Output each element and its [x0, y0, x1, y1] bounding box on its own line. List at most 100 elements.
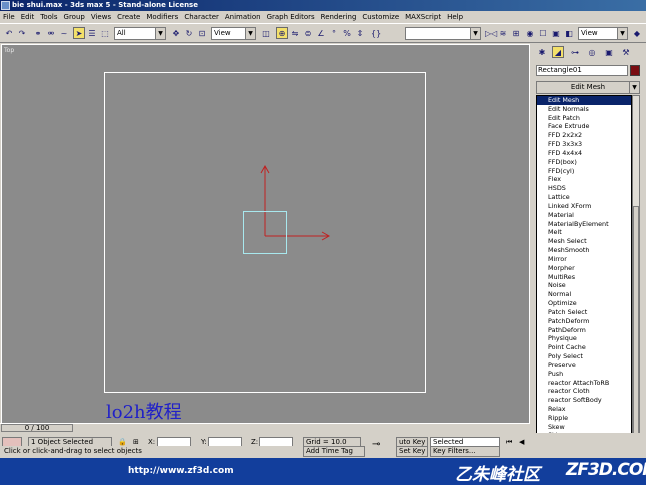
modifier-list-item[interactable]: Face Extrude: [537, 122, 631, 131]
motion-tab-icon[interactable]: ◎: [586, 46, 598, 58]
select-move-icon[interactable]: ✥: [170, 27, 182, 39]
menu-customize[interactable]: Customize: [362, 13, 399, 21]
modifier-list-scrollbar[interactable]: [632, 95, 640, 454]
modifier-list-item[interactable]: Edit Mesh: [537, 96, 631, 105]
modifier-list-item[interactable]: Optimize: [537, 299, 631, 308]
modifier-list-item[interactable]: Morpher: [537, 264, 631, 273]
menu-group[interactable]: Group: [64, 13, 85, 21]
modifier-list-item[interactable]: Lattice: [537, 193, 631, 202]
bind-space-warp-icon[interactable]: ~: [58, 27, 70, 39]
mirror-icon[interactable]: ⇋: [289, 27, 301, 39]
render-scene-icon[interactable]: ☐: [537, 27, 549, 39]
create-tab-icon[interactable]: ✱: [536, 46, 548, 58]
modifier-list-item[interactable]: Noise: [537, 281, 631, 290]
modifier-list-item[interactable]: HSDS: [537, 184, 631, 193]
select-scale-icon[interactable]: ⊡: [196, 27, 208, 39]
select-and-link-icon[interactable]: ⚭: [32, 27, 44, 39]
modifier-list-item[interactable]: PatchDeform: [537, 317, 631, 326]
menu-file[interactable]: File: [3, 13, 15, 21]
object-color-swatch[interactable]: [630, 65, 640, 76]
named-selection-icon[interactable]: {}: [370, 27, 382, 39]
spinner-snap-icon[interactable]: ⇕: [354, 27, 366, 39]
modifier-dropdown-list[interactable]: Edit Mesh Edit Normals Edit Patch Face Extr…: [536, 95, 632, 454]
modifier-list-item[interactable]: Edit Normals: [537, 105, 631, 114]
key-filters-button[interactable]: Key Filters...: [430, 446, 500, 457]
modifier-list-item[interactable]: Skew: [537, 423, 631, 432]
named-selection-combo[interactable]: ▼: [405, 27, 481, 40]
previous-frame-icon[interactable]: ◀: [519, 437, 524, 448]
menu-character[interactable]: Character: [184, 13, 219, 21]
key-mode-icon[interactable]: ⊸: [372, 439, 380, 450]
schematic-view-icon[interactable]: ⊞: [510, 27, 522, 39]
modifier-list-item[interactable]: Edit Patch: [537, 114, 631, 123]
modifier-list-item[interactable]: reactor AttachToRB: [537, 379, 631, 388]
modifier-list-item[interactable]: Flex: [537, 175, 631, 184]
modifier-list-item[interactable]: Poly Select: [537, 352, 631, 361]
modifier-list-item[interactable]: FFD(box): [537, 158, 631, 167]
modifier-list-item[interactable]: Mesh Select: [537, 237, 631, 246]
time-slider-track[interactable]: [0, 423, 530, 433]
select-object-icon[interactable]: ➤: [73, 27, 85, 39]
menu-rendering[interactable]: Rendering: [321, 13, 357, 21]
viewport-label[interactable]: Top: [4, 47, 14, 54]
render-view-combo[interactable]: View ▼: [578, 27, 628, 40]
modifier-list-item[interactable]: reactor SoftBody: [537, 396, 631, 405]
modifier-list-item[interactable]: FFD 3x3x3: [537, 140, 631, 149]
rectangle-object-selected[interactable]: [243, 211, 287, 254]
modifier-list-item[interactable]: MaterialByElement: [537, 220, 631, 229]
render-last-icon[interactable]: ◆: [631, 27, 643, 39]
modify-tab-icon[interactable]: ◢: [552, 46, 564, 58]
modifier-list-item[interactable]: MultiRes: [537, 273, 631, 282]
quick-render-icon[interactable]: ▣: [550, 27, 562, 39]
go-to-start-icon[interactable]: ⏮: [506, 437, 512, 448]
undo-icon[interactable]: ↶: [3, 27, 15, 39]
restrict-axis-icon[interactable]: ⊕: [276, 27, 288, 39]
modifier-list-item[interactable]: FFD(cyl): [537, 167, 631, 176]
menu-maxscript[interactable]: MAXScript: [405, 13, 441, 21]
menu-animation[interactable]: Animation: [225, 13, 261, 21]
modifier-list-item[interactable]: Mirror: [537, 255, 631, 264]
unlink-icon[interactable]: ⚮: [45, 27, 57, 39]
align-icon[interactable]: ⊜: [302, 27, 314, 39]
redo-icon[interactable]: ↷: [16, 27, 28, 39]
menu-create[interactable]: Create: [117, 13, 140, 21]
modifier-list-item[interactable]: Patch Select: [537, 308, 631, 317]
select-rotate-icon[interactable]: ↻: [183, 27, 195, 39]
add-time-tag-button[interactable]: Add Time Tag: [303, 446, 365, 457]
menu-edit[interactable]: Edit: [21, 13, 35, 21]
menu-graph-editors[interactable]: Graph Editors: [267, 13, 315, 21]
selection-filter-combo[interactable]: All ▼: [114, 27, 166, 40]
region-select-icon[interactable]: ⬚: [99, 27, 111, 39]
menu-tools[interactable]: Tools: [40, 13, 57, 21]
modifier-list-item[interactable]: Point Cache: [537, 343, 631, 352]
modifier-list-item[interactable]: Material: [537, 211, 631, 220]
reference-coordinate-combo[interactable]: View ▼: [211, 27, 256, 40]
modifier-list-item[interactable]: Normal: [537, 290, 631, 299]
menu-modifiers[interactable]: Modifiers: [146, 13, 178, 21]
select-by-name-icon[interactable]: ☰: [86, 27, 98, 39]
material-editor-icon[interactable]: ◉: [524, 27, 536, 39]
time-slider-knob[interactable]: 0 / 100: [1, 424, 73, 432]
modifier-list-item[interactable]: MeshSmooth: [537, 246, 631, 255]
angle-snap-icon[interactable]: °: [328, 27, 340, 39]
menu-views[interactable]: Views: [91, 13, 111, 21]
menu-help[interactable]: Help: [447, 13, 463, 21]
modifier-list-item[interactable]: reactor Cloth: [537, 387, 631, 396]
display-tab-icon[interactable]: ▣: [603, 46, 615, 58]
modifier-list-item[interactable]: PathDeform: [537, 326, 631, 335]
mirror-selected-icon[interactable]: ▷◁: [484, 27, 497, 39]
modifier-list-item[interactable]: Push: [537, 370, 631, 379]
modifier-list-item[interactable]: Preserve: [537, 361, 631, 370]
pivot-center-icon[interactable]: ◫: [260, 27, 272, 39]
percent-snap-icon[interactable]: %: [341, 27, 353, 39]
render-type-icon[interactable]: ◧: [563, 27, 575, 39]
modifier-list-item[interactable]: Physique: [537, 334, 631, 343]
object-name-field[interactable]: Rectangle01: [536, 65, 628, 76]
modifier-list-item[interactable]: Relax: [537, 405, 631, 414]
snap-toggle-icon[interactable]: ∠: [315, 27, 327, 39]
modifier-list-combo[interactable]: Edit Mesh ▼: [536, 81, 640, 94]
modifier-list-item[interactable]: FFD 4x4x4: [537, 149, 631, 158]
modifier-list-item[interactable]: Ripple: [537, 414, 631, 423]
curve-editor-icon[interactable]: ≋: [497, 27, 509, 39]
modifier-list-item[interactable]: Linked XForm: [537, 202, 631, 211]
